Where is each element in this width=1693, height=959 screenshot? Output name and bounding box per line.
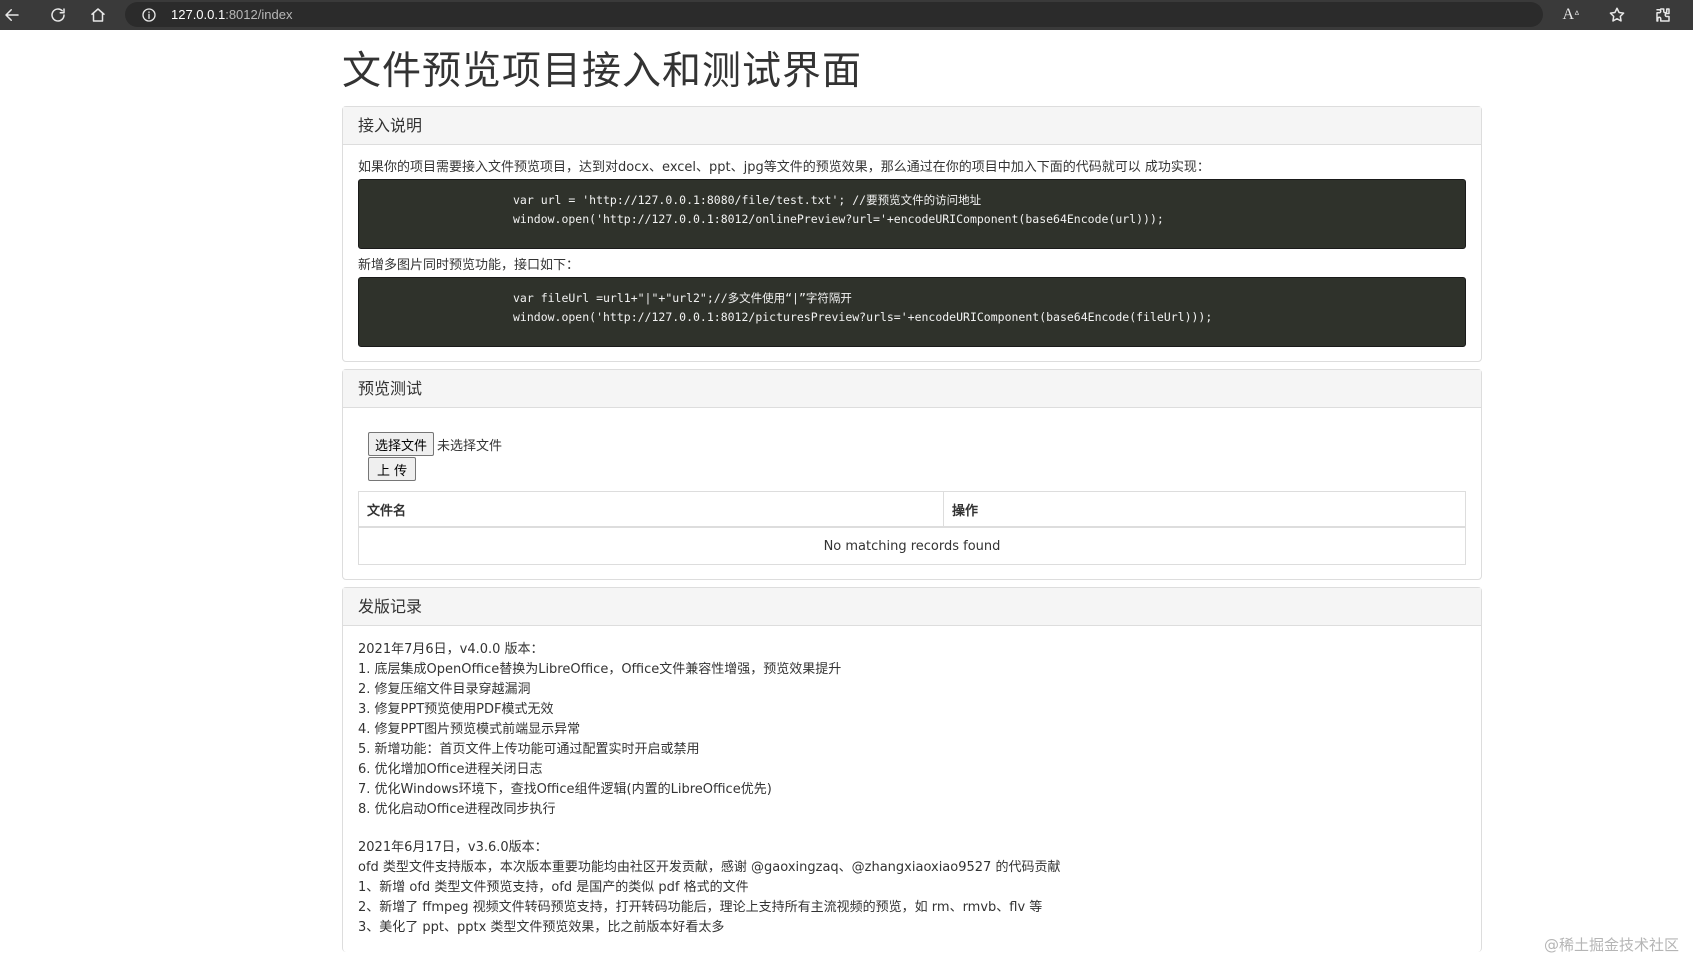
column-header-action[interactable]: 操作 — [943, 491, 1466, 528]
home-icon[interactable] — [86, 3, 110, 27]
release-log-heading: 发版记录 — [343, 588, 1481, 626]
preview-test-heading: 预览测试 — [343, 370, 1481, 408]
code-block-multi: var fileUrl =url1+"|"+"url2";//多文件使用“|”字… — [358, 277, 1466, 347]
release-intro-v360: ofd 类型文件支持版本，本次版本重要功能均由社区开发贡献，感谢 @gaoxin… — [358, 860, 1061, 875]
read-aloud-icon[interactable]: Aᐞ — [1559, 3, 1583, 27]
watermark: @稀土掘金技术社区 — [1543, 936, 1679, 954]
back-arrow-icon[interactable] — [0, 3, 24, 27]
list-item: 8. 优化启动Office进程改同步执行 — [358, 802, 556, 817]
empty-table-message: No matching records found — [358, 526, 1466, 565]
multi-preview-intro: 新增多图片同时预览功能，接口如下： — [358, 258, 580, 273]
list-item: 4. 修复PPT图片预览模式前端显示异常 — [358, 722, 581, 737]
preview-test-panel: 预览测试 选择文件 未选择文件 上 传 文件名 操作 No matching r… — [342, 369, 1482, 580]
url-text[interactable]: 127.0.0.1:8012/index — [171, 7, 292, 22]
reload-icon[interactable] — [46, 3, 70, 27]
page-container: 文件预览项目接入和测试界面 接入说明 如果你的项目需要接入文件预览项目，达到对d… — [342, 30, 1482, 959]
url-host: 127.0.0.1 — [171, 7, 226, 22]
code-line: var fileUrl =url1+"|"+"url2";//多文件使用“|”字… — [513, 291, 852, 305]
code-line: var url = 'http://127.0.0.1:8080/file/te… — [513, 193, 982, 207]
code-line: window.open('http://127.0.0.1:8012/pictu… — [513, 310, 1213, 324]
info-icon[interactable] — [139, 5, 159, 25]
release-list-v360: 1、新增 ofd 类型文件预览支持，ofd 是国产的类似 pdf 格式的文件 2、… — [358, 878, 1466, 938]
page-title: 文件预览项目接入和测试界面 — [342, 49, 863, 94]
file-table: 文件名 操作 No matching records found — [358, 491, 1466, 565]
address-bar[interactable]: 127.0.0.1:8012/index — [125, 2, 1543, 27]
extensions-icon[interactable] — [1651, 3, 1675, 27]
choose-file-button[interactable]: 选择文件 — [368, 432, 435, 456]
browser-toolbar: 127.0.0.1:8012/index Aᐞ — [0, 0, 1693, 30]
favorite-star-icon[interactable] — [1605, 3, 1629, 27]
table-row: No matching records found — [358, 526, 1466, 565]
list-item: 3、美化了 ppt、pptx 类型文件预览效果，比之前版本好看太多 — [358, 920, 725, 935]
integration-panel: 接入说明 如果你的项目需要接入文件预览项目，达到对docx、excel、ppt、… — [342, 106, 1482, 362]
release-title-v360: 2021年6月17日，v3.6.0版本： — [358, 840, 548, 855]
list-item: 7. 优化Windows环境下，查找Office组件逻辑(内置的LibreOff… — [358, 782, 772, 797]
list-item: 6. 优化增加Office进程关闭日志 — [358, 762, 543, 777]
integration-heading: 接入说明 — [343, 107, 1481, 145]
list-item: 5. 新增功能：首页文件上传功能可通过配置实时开启或禁用 — [358, 742, 700, 757]
integration-intro: 如果你的项目需要接入文件预览项目，达到对docx、excel、ppt、jpg等文… — [358, 160, 1210, 175]
list-item: 3. 修复PPT预览使用PDF模式无效 — [358, 702, 554, 717]
list-item: 1. 底层集成OpenOffice替换为LibreOffice，Office文件… — [358, 662, 842, 677]
list-item: 2. 修复压缩文件目录穿越漏洞 — [358, 682, 531, 697]
upload-form: 选择文件 未选择文件 上 传 — [358, 422, 1466, 481]
release-log-panel: 发版记录 2021年7月6日，v4.0.0 版本： 1. 底层集成OpenOff… — [342, 587, 1482, 952]
code-block-single: var url = 'http://127.0.0.1:8080/file/te… — [358, 179, 1466, 249]
list-item: 2、新增了 ffmpeg 视频文件转码预览支持，打开转码功能后，理论上支持所有主… — [358, 900, 1043, 915]
url-path: :8012/index — [225, 7, 293, 22]
release-list-v400: 1. 底层集成OpenOffice替换为LibreOffice，Office文件… — [358, 660, 1466, 820]
column-header-filename[interactable]: 文件名 — [358, 491, 944, 528]
no-file-chosen-text: 未选择文件 — [437, 439, 503, 454]
upload-button[interactable]: 上 传 — [368, 457, 417, 481]
list-item: 1、新增 ofd 类型文件预览支持，ofd 是国产的类似 pdf 格式的文件 — [358, 880, 749, 895]
code-line: window.open('http://127.0.0.1:8012/onlin… — [513, 212, 1164, 226]
release-title-v400: 2021年7月6日，v4.0.0 版本： — [358, 642, 544, 657]
